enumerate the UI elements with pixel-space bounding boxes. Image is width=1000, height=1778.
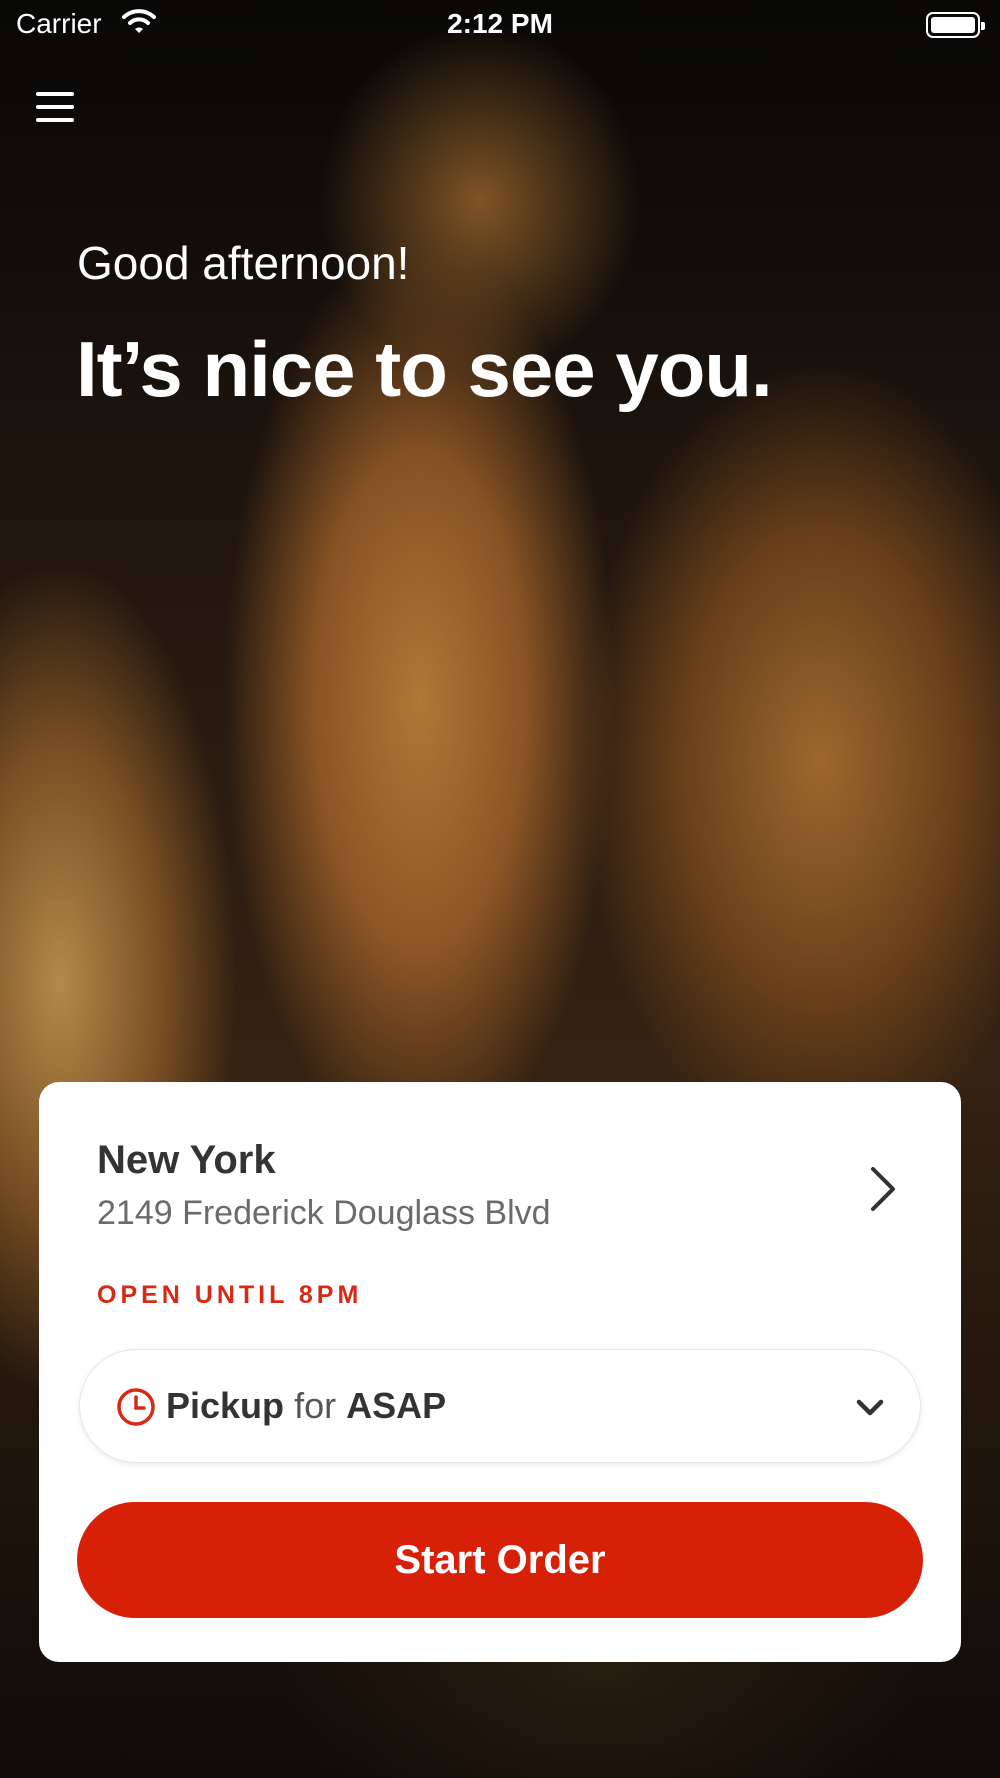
clock-time: 2:12 PM — [447, 8, 553, 39]
pickup-time-select[interactable]: Pickup for ASAP — [79, 1349, 921, 1463]
battery-icon — [926, 12, 985, 38]
clock-icon — [117, 1388, 155, 1426]
pickup-summary: Pickup for ASAP — [166, 1385, 446, 1427]
store-hours: OPEN UNTIL 8PM — [97, 1281, 363, 1309]
location-name: New York — [97, 1138, 276, 1182]
headline-text: It’s nice to see you. — [76, 325, 773, 413]
home-screen: Carrier 2:12 PM Good afternoon! It’s nic… — [0, 0, 1000, 1778]
status-bar: Carrier 2:12 PM — [0, 0, 1000, 50]
greeting-text: Good afternoon! — [77, 237, 410, 289]
order-card: New York 2149 Frederick Douglass Blvd OP… — [39, 1082, 961, 1662]
chevron-right-icon — [871, 1167, 895, 1211]
menu-icon[interactable] — [36, 92, 76, 132]
chevron-down-icon — [856, 1399, 884, 1416]
order-time-label: ASAP — [346, 1385, 447, 1426]
location-address: 2149 Frederick Douglass Blvd — [97, 1194, 551, 1232]
location-selector[interactable]: New York 2149 Frederick Douglass Blvd — [39, 1082, 961, 1282]
start-order-button[interactable]: Start Order — [77, 1502, 923, 1618]
order-mode-label: Pickup — [166, 1385, 285, 1426]
order-mode-connector: for — [294, 1385, 337, 1426]
